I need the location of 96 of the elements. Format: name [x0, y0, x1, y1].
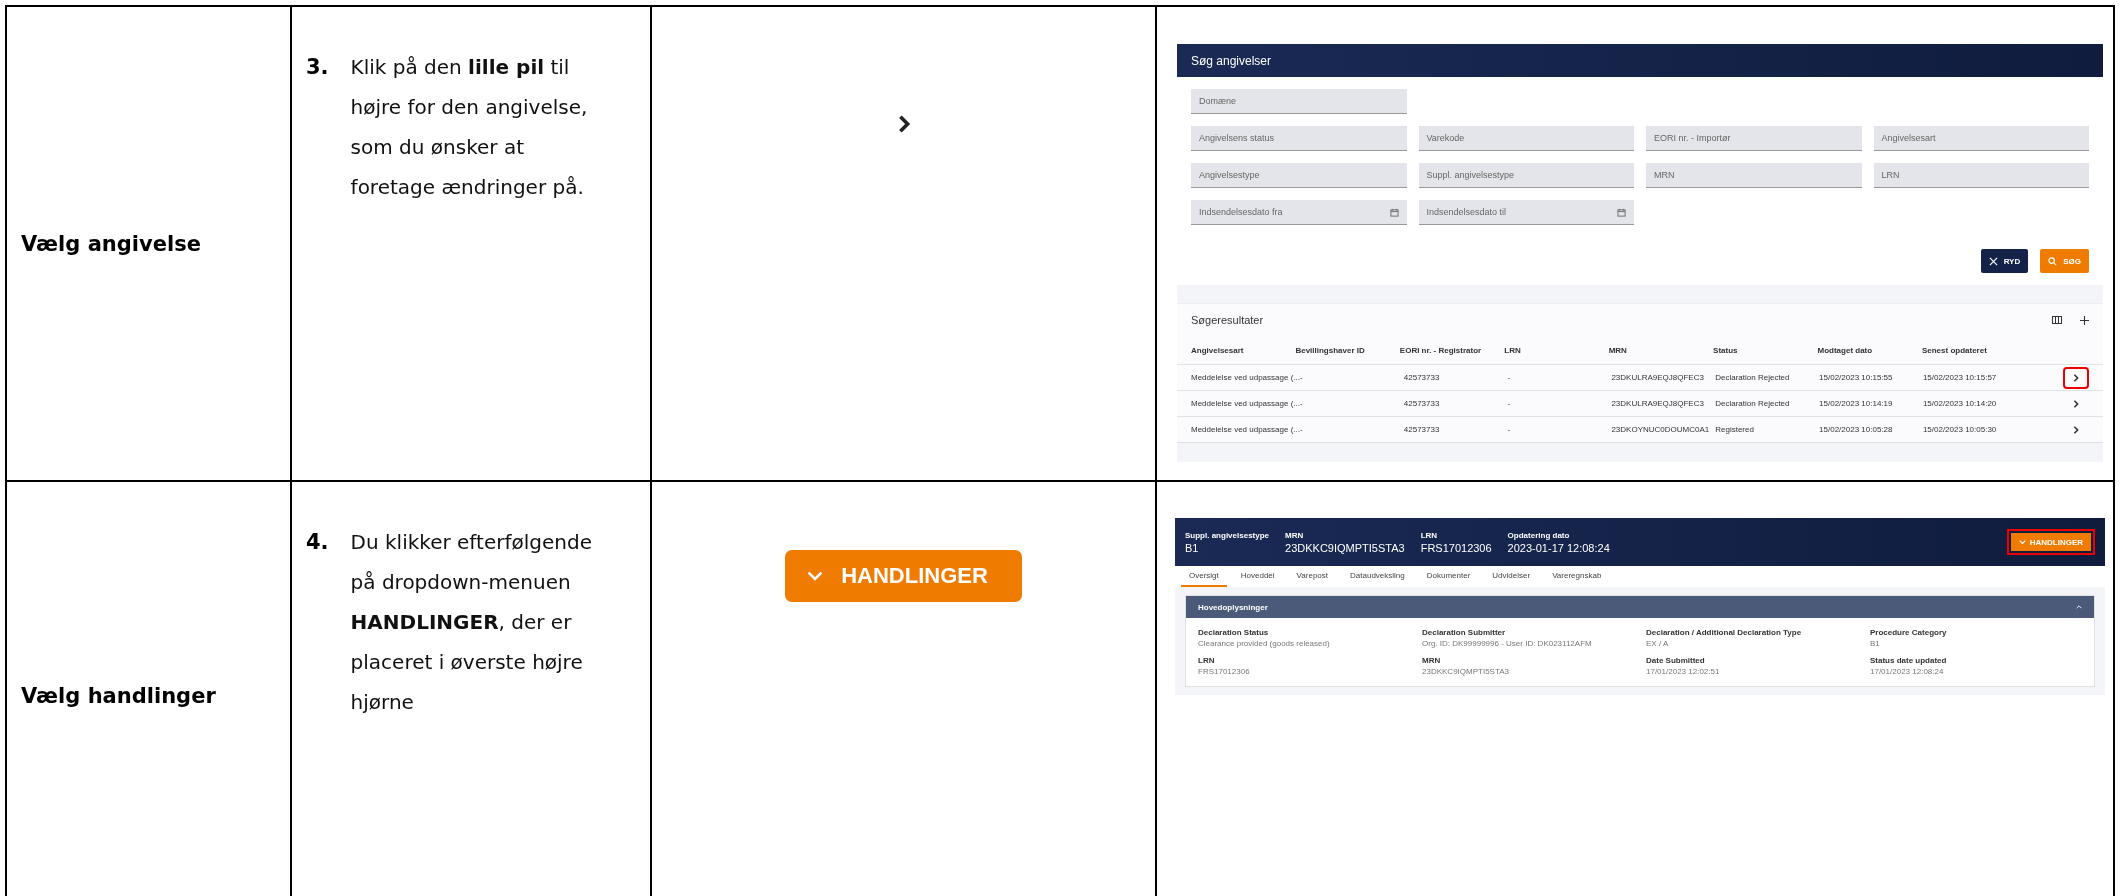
- input-field[interactable]: LRN: [1873, 163, 2089, 188]
- header-value: B1: [1185, 541, 1200, 554]
- tab[interactable]: Varepost: [1288, 566, 1337, 587]
- table-cell-text: Declaration Rejected: [1715, 373, 1791, 382]
- field-value: 17/01/2023 12:08:24: [1870, 667, 1945, 676]
- field-value: EX / A: [1646, 639, 1670, 648]
- input-field[interactable]: Varekode: [1418, 126, 1634, 151]
- actions-button[interactable]: HANDLINGER: [2010, 533, 2091, 551]
- input-field[interactable]: EORI nr. - Importør: [1646, 126, 1862, 151]
- header-value: FRS17012306: [1420, 541, 1492, 554]
- table-cell-text: -: [1507, 425, 1512, 434]
- field-label: Declaration / Additional Declaration Type: [1646, 628, 1803, 637]
- header-label: LRN: [1420, 530, 1439, 540]
- header-value: 2023-01-17 12:08:24: [1507, 541, 1610, 554]
- row-open-button[interactable]: [2063, 366, 2089, 389]
- input-field[interactable]: Domæne: [1191, 89, 1407, 114]
- column-header: Status: [1713, 345, 1739, 355]
- column-header: Angivelsesart: [1191, 345, 1245, 355]
- field-value: 17/01/2023 12:02:51: [1646, 667, 1721, 676]
- column-header: Modtaget dato: [1817, 345, 1874, 355]
- table-cell: Meddelelse ved udpassage (...: [1191, 399, 1300, 408]
- table-cell-text: 42573733: [1403, 425, 1441, 434]
- field-label: LRN: [1198, 656, 1216, 665]
- table-cell-text: 23DKULRA9EQJ8QFEC3: [1611, 399, 1705, 408]
- step-title: Vælg angivelse: [20, 231, 201, 256]
- column-header: MRN: [1608, 345, 1628, 355]
- table-cell-text: Declaration Rejected: [1715, 399, 1791, 408]
- table-cell-text: 15/02/2023 10:15:57: [1922, 373, 1998, 382]
- field-value: B1: [1870, 639, 1881, 648]
- step-number: 4.: [306, 529, 329, 556]
- step-text: Du klikker efterfølgende på dropdown-menuen HANDLINGER, der er placeret i øverste højre hjørne: [350, 529, 593, 716]
- input-field[interactable]: Suppl. angivelsestype: [1418, 163, 1634, 188]
- column-header: LRN: [1504, 345, 1522, 355]
- field-value: FRS17012306: [1198, 667, 1251, 676]
- table-cell-text: 23DKULRA9EQJ8QFEC3: [1611, 373, 1705, 382]
- step-number: 3.: [306, 54, 329, 81]
- clear-button[interactable]: RYD: [1980, 249, 2029, 273]
- chevron-down-icon: [2018, 539, 2026, 545]
- plus-icon[interactable]: [2080, 315, 2089, 325]
- table-cell-text: 15/02/2023 10:14:20: [1922, 399, 1998, 408]
- table-cell-text: 23DKOYNUC0DOUMC0A1: [1611, 425, 1711, 434]
- table-cell-text: 15/02/2023 10:05:30: [1922, 425, 1998, 434]
- calendar-icon[interactable]: [1617, 207, 1626, 217]
- field-value: Clearance provided (goods released): [1198, 639, 1331, 648]
- actions-button[interactable]: HANDLINGER: [785, 550, 1022, 602]
- input-field[interactable]: Angivelsesart: [1873, 126, 2089, 151]
- table-cell: Meddelelse ved udpassage (...: [1191, 425, 1300, 434]
- columns-icon[interactable]: [2052, 315, 2062, 324]
- tab[interactable]: Vareregnskab: [1544, 566, 1610, 587]
- step-text: Klik på den lille pil til højre for den angivelse, som du ønsker at foretage ændringer på.: [350, 54, 589, 201]
- header-value: 23DKKC9IQMPTI5STA3: [1285, 541, 1405, 554]
- input-field[interactable]: Angivelsestype: [1191, 163, 1407, 188]
- search-button[interactable]: SØG: [2040, 249, 2089, 273]
- field-label: Declaration Submitter: [1422, 628, 1507, 637]
- input-field[interactable]: Indsendelsesdato til: [1418, 200, 1634, 225]
- table-cell-text: 15/02/2023 10:14:19: [1819, 399, 1894, 408]
- field-value: 23DKKC9IQMPTI5STA3: [1422, 667, 1510, 676]
- input-field[interactable]: Angivelsens status: [1191, 126, 1407, 151]
- column-header: EORI nr. - Registrator: [1399, 345, 1483, 355]
- column-header: Senest opdateret: [1921, 345, 1988, 355]
- section-header[interactable]: Hovedoplysninger: [1186, 596, 2094, 618]
- tab[interactable]: Dataudveksling: [1342, 566, 1413, 587]
- search-icon: [2048, 256, 2058, 266]
- field-label: Date Submitted: [1646, 656, 1706, 665]
- input-field[interactable]: MRN: [1646, 163, 1862, 188]
- results-title: Søgeresultater: [1191, 314, 1264, 326]
- field-label: Procedure Category: [1870, 628, 1948, 637]
- table-cell: Meddelelse ved udpassage (...: [1191, 373, 1300, 382]
- chevron-right-icon: [2072, 373, 2080, 382]
- chevron-down-icon: [807, 571, 824, 581]
- tab[interactable]: Oversigt: [1181, 566, 1227, 587]
- table-cell-text: 15/02/2023 10:15:55: [1819, 373, 1894, 382]
- tab[interactable]: Hoveddel: [1232, 566, 1283, 587]
- column-header: Bevillingshaver ID: [1295, 345, 1366, 355]
- calendar-icon[interactable]: [1389, 207, 1399, 217]
- chevron-right-icon: [2072, 399, 2080, 408]
- step-title: Vælg handlinger: [20, 684, 216, 708]
- table-cell-text: 42573733: [1403, 373, 1441, 382]
- header-label: MRN: [1285, 530, 1305, 540]
- panel-title: Søg angivelser: [1177, 44, 2103, 77]
- chevron-right-icon: [2072, 425, 2080, 434]
- table-cell-text: -: [1507, 373, 1512, 382]
- field-label: Declaration Status: [1198, 628, 1270, 637]
- tab[interactable]: Dokumenter: [1418, 566, 1479, 587]
- table-cell-text: 15/02/2023 10:05:28: [1819, 425, 1894, 434]
- close-icon: [1988, 256, 1998, 266]
- table-cell-text: 42573733: [1403, 399, 1441, 408]
- header-label: Opdatering dato: [1507, 530, 1571, 540]
- field-value: Org. ID: DK99999996 - User ID: DK023112AFM: [1422, 639, 1593, 648]
- field-label: MRN: [1422, 656, 1442, 665]
- tab[interactable]: Udvidelser: [1484, 566, 1539, 587]
- header-label: Suppl. angivelsestype: [1185, 530, 1270, 540]
- table-cell-text: Registered: [1715, 425, 1755, 434]
- input-field[interactable]: Indsendelsesdato fra: [1191, 200, 1407, 225]
- field-label: Status date updated: [1870, 656, 1948, 665]
- table-cell-text: -: [1507, 399, 1512, 408]
